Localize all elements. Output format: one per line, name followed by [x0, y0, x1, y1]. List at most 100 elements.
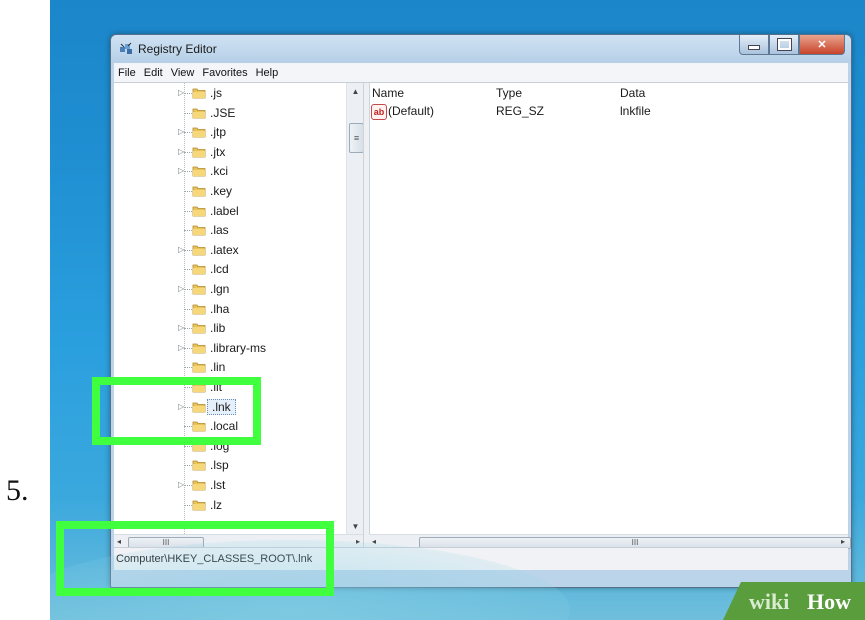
tree-item-label: .js [210, 86, 222, 100]
wikihow-watermark: wiki How [723, 582, 865, 620]
tree-item-label: .lgn [210, 282, 230, 296]
client-area: ▷ .js .JSE ▷ .jtp ▷ .jtx ▷ .kci .key .label .las ▷ .l… [114, 82, 851, 549]
tree-item[interactable]: .lz [114, 496, 334, 515]
tree-item[interactable]: ▷ .kci [114, 162, 334, 181]
tree-item[interactable]: ▷ .jtx [114, 143, 334, 162]
tree-item[interactable]: .lsp [114, 456, 334, 475]
folder-icon [192, 108, 206, 118]
menu-edit[interactable]: Edit [140, 67, 167, 79]
folder-icon [192, 343, 206, 354]
tree-connector [184, 445, 192, 447]
tree-connector [184, 328, 192, 330]
tree-connector [184, 171, 192, 173]
watermark-text-how: How [807, 589, 851, 614]
tree-scroll-thumb[interactable]: ≡ [349, 123, 364, 153]
tree-connector [184, 112, 192, 114]
tree-connector [184, 93, 192, 94]
tree-connector [184, 465, 192, 467]
scroll-down-arrow-icon[interactable]: ▼ [347, 518, 364, 534]
tree-connector [184, 308, 192, 310]
column-header-data[interactable]: Data [620, 86, 645, 100]
folder-icon [192, 127, 206, 138]
tree-item-label: .lcd [210, 262, 229, 277]
menu-view[interactable]: View [167, 67, 199, 79]
value-type: REG_SZ [496, 104, 545, 118]
column-header-type[interactable]: Type [496, 86, 522, 100]
scroll-right-arrow-icon[interactable]: ▸ [356, 537, 360, 546]
tree-item[interactable]: .label [114, 202, 334, 221]
registry-editor-window: Registry Editor ✕ File Edit View Favorit… [110, 34, 852, 588]
tree-item[interactable]: .lin [114, 358, 334, 377]
folder-icon [192, 88, 206, 99]
maximize-button[interactable] [769, 35, 799, 55]
tree-connector [184, 132, 192, 134]
folder-icon [192, 323, 206, 334]
tree-item[interactable]: ▷ .jtp [114, 123, 334, 142]
title-bar[interactable]: Registry Editor ✕ [111, 35, 851, 63]
window-title: Registry Editor [138, 42, 217, 56]
folder-icon [192, 362, 206, 373]
value-name: (Default) [388, 104, 435, 118]
step-number: 5. [6, 474, 29, 507]
tree-item[interactable]: .key [114, 182, 334, 201]
menu-file[interactable]: File [114, 67, 140, 79]
registry-tree: ▷ .js .JSE ▷ .jtp ▷ .jtx ▷ .kci .key .label .las ▷ .l… [114, 83, 346, 534]
folder-icon [192, 245, 206, 256]
minimize-icon [748, 45, 760, 50]
minimize-button[interactable] [739, 35, 769, 55]
tree-vertical-scrollbar[interactable]: ▲ ≡ ▼ [346, 83, 364, 534]
tree-connector [184, 367, 192, 369]
folder-icon [192, 480, 206, 491]
tree-item[interactable]: .JSE [114, 104, 334, 123]
tree-item[interactable]: .las [114, 221, 334, 240]
tree-connector [184, 485, 192, 486]
tree-item-label: .latex [210, 242, 239, 257]
list-row[interactable]: ab (Default) REG_SZ lnkfile [369, 103, 848, 121]
tree-item-label: .las [210, 223, 229, 238]
folder-icon [192, 206, 206, 216]
scroll-right-arrow-icon[interactable]: ▸ [841, 537, 845, 546]
scroll-left-arrow-icon[interactable]: ◂ [372, 537, 376, 546]
highlight-box-status-bar [56, 521, 334, 596]
tree-item-label: .key [210, 184, 233, 198]
tree-item-label: .lsp [210, 458, 229, 473]
highlight-box-tree-item [92, 377, 261, 445]
tree-item-label: .lib [210, 321, 226, 336]
tree-item-label: .lin [210, 360, 226, 375]
watermark-text-wiki: wiki [749, 589, 790, 614]
tree-item[interactable]: ▷ .lib [114, 319, 334, 338]
tree-item-label: .label [210, 203, 239, 218]
scroll-up-arrow-icon[interactable]: ▲ [347, 83, 364, 99]
tree-item-label: .lha [210, 301, 230, 316]
tree-item[interactable]: ▷ .lgn [114, 280, 334, 299]
window-controls: ✕ [739, 35, 845, 55]
menu-favorites[interactable]: Favorites [198, 67, 251, 79]
tree-item-label: .JSE [210, 105, 236, 120]
tree-item-label: .kci [210, 164, 228, 179]
column-header-name[interactable]: Name [372, 86, 404, 100]
tree-item[interactable]: ▷ .js [114, 84, 334, 103]
tree-connector [184, 347, 192, 349]
tree-connector [184, 191, 192, 192]
tree-item-label: .library-ms [210, 340, 266, 355]
registry-editor-icon [120, 42, 132, 54]
close-icon: ✕ [817, 39, 827, 51]
tree-connector [184, 210, 192, 212]
close-button[interactable]: ✕ [799, 35, 845, 55]
folder-icon [192, 225, 206, 236]
tree-item[interactable]: ▷ .library-ms [114, 339, 334, 358]
value-data: lnkfile [620, 104, 651, 118]
folder-icon [192, 166, 206, 177]
tree-connector [184, 230, 192, 232]
tree-connector [184, 269, 192, 271]
menu-help[interactable]: Help [252, 67, 283, 79]
tree-item[interactable]: .lcd [114, 260, 334, 279]
tree-item[interactable]: ▷ .lst [114, 476, 334, 495]
tree-connector [184, 504, 192, 506]
folder-icon [192, 500, 206, 510]
tree-connector [184, 289, 192, 290]
values-list: Name Type Data ab (Default) REG_SZ lnkfi… [369, 83, 848, 534]
tree-item[interactable]: .lha [114, 300, 334, 319]
tree-connector [184, 151, 192, 153]
tree-item[interactable]: ▷ .latex [114, 241, 334, 260]
